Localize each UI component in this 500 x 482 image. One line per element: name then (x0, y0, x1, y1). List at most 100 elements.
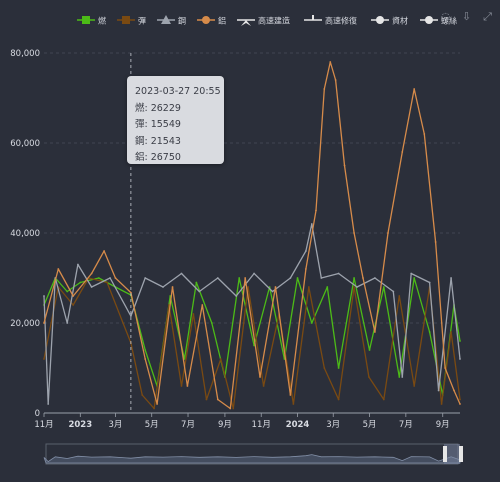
zoom-icon[interactable]: ⤢ (481, 10, 494, 23)
data-point (109, 277, 111, 279)
data-point (382, 398, 385, 401)
data-point (289, 277, 292, 279)
data-point (144, 358, 147, 360)
data-point (329, 61, 332, 63)
data-point (216, 277, 219, 279)
x-tick-label: 2023 (68, 420, 92, 430)
data-point (201, 304, 204, 306)
data-point (410, 272, 413, 275)
data-point (413, 88, 416, 90)
data-point (219, 358, 222, 360)
x-tick-label: 7月 (181, 420, 195, 430)
data-point (103, 250, 106, 252)
x-tick-label: 2024 (286, 420, 310, 430)
y-tick-label: 20,000 (10, 319, 40, 329)
data-point (235, 295, 238, 297)
data-point (434, 241, 437, 243)
data-point (210, 322, 213, 324)
tooltip-row-fuel: 燃: 26229 (135, 102, 181, 114)
data-point (271, 290, 274, 293)
data-point (289, 394, 292, 396)
data-point (144, 349, 147, 351)
data-point (180, 272, 183, 275)
data-point (387, 232, 389, 234)
data-point (450, 331, 452, 333)
y-tick-label: 40,000 (10, 229, 40, 239)
x-tick-label: 9月 (218, 420, 232, 430)
zoom-slider-preview (43, 454, 461, 464)
x-tick-label: 11月 (34, 420, 53, 430)
data-point (323, 88, 326, 90)
x-tick-label: 5月 (145, 420, 159, 430)
x-tick-label: 3月 (326, 420, 340, 430)
data-point (459, 358, 461, 360)
data-point (423, 133, 426, 135)
tooltip-row-ammo: 彈: 15549 (135, 119, 181, 130)
data-point (459, 403, 461, 405)
data-point (401, 376, 404, 378)
legend-marker (82, 16, 90, 24)
data-point (315, 209, 317, 212)
restore-icon[interactable]: ◌ (439, 10, 452, 23)
data-point (262, 385, 265, 387)
legend-label: 高速建造 (258, 16, 290, 26)
x-tick-label: 11月 (252, 420, 271, 430)
download-icon[interactable]: ⇩ (460, 10, 473, 23)
data-point (90, 286, 93, 288)
data-point (428, 331, 431, 333)
x-tick-label: 5月 (363, 420, 377, 430)
data-point (392, 290, 395, 293)
data-point (141, 394, 144, 396)
toolbox: ◌ ⇩ ⤢ (439, 10, 494, 23)
legend-marker (202, 16, 210, 24)
data-point (296, 277, 299, 279)
data-point (337, 272, 340, 275)
y-tick-label: 80,000 (10, 49, 40, 59)
data-point (195, 281, 198, 284)
data-point (398, 376, 401, 378)
data-point (72, 295, 75, 297)
legend-label: 鋁 (218, 16, 226, 26)
data-point (171, 286, 174, 288)
chart-container: 0 20,000 40,000 60,000 80,000 11月 2023 3月 5月 7月 9月… (0, 0, 500, 482)
data-point (413, 277, 416, 279)
data-point (440, 403, 443, 405)
data-point (459, 398, 461, 401)
data-point (97, 277, 100, 279)
data-point (326, 286, 329, 288)
data-point (450, 277, 452, 279)
data-point (66, 322, 69, 324)
data-point (356, 286, 358, 288)
data-point (198, 290, 201, 293)
data-point (43, 295, 45, 297)
legend-label: 高速修復 (325, 16, 357, 26)
data-point (382, 286, 385, 288)
data-point (66, 290, 69, 293)
legend-label: 鋼 (178, 16, 186, 26)
legend-marker (122, 16, 130, 24)
data-point (43, 322, 45, 324)
data-point (114, 277, 117, 279)
data-point (90, 272, 93, 275)
legend-marker (425, 16, 433, 24)
data-point (337, 398, 340, 401)
data-point (307, 286, 310, 288)
data-point (57, 268, 60, 270)
data-point (373, 331, 376, 333)
data-point (304, 250, 307, 252)
tooltip: 2023-03-27 20:55 燃: 26229 彈: 15549 鋼: 21… (127, 76, 224, 164)
y-tick-label: 0 (35, 409, 40, 419)
data-point (323, 367, 326, 369)
data-point (43, 358, 45, 360)
data-point (274, 286, 277, 288)
data-point (453, 389, 455, 392)
zoom-slider-handle-left (443, 446, 447, 462)
data-point (153, 407, 156, 410)
tooltip-row-bauxite: 鋁: 26750 (135, 152, 181, 163)
data-point (368, 349, 371, 351)
data-point (244, 277, 247, 279)
data-point (444, 367, 447, 369)
data-point (253, 272, 255, 275)
data-point (337, 367, 340, 369)
data-point (428, 281, 431, 284)
